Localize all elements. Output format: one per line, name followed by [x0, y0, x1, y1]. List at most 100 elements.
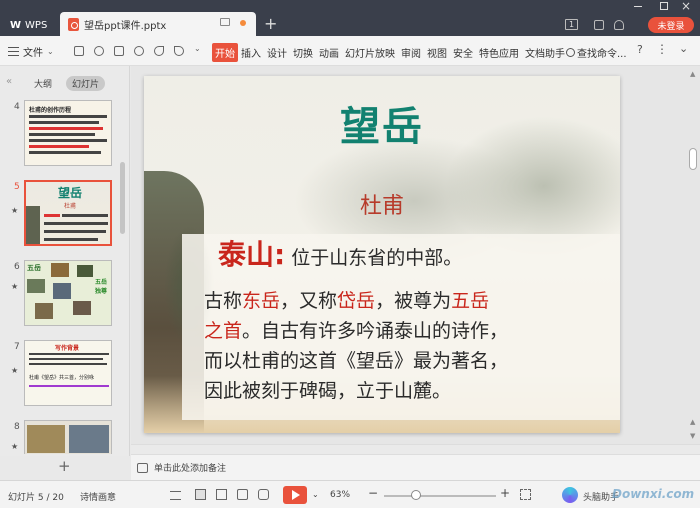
tab-home[interactable]: 开始 — [212, 43, 238, 62]
body-text-box[interactable]: 泰山: 位于山东省的中部。 古称东岳，又称岱岳，被尊为五岳 之首。自古有许多吟诵… — [182, 234, 620, 420]
tab-transition[interactable]: 切换 — [290, 43, 316, 62]
next-slide-icon[interactable]: ▼ — [690, 432, 695, 440]
maximize-icon[interactable] — [660, 2, 668, 10]
slide-number: 7 — [14, 342, 20, 352]
animation-star-icon: ★ — [11, 206, 19, 215]
previous-slide-icon[interactable]: ▲ — [690, 418, 695, 426]
share-icon[interactable] — [614, 20, 624, 30]
thumbnail-title: 五岳 — [27, 264, 41, 272]
line2-wuyue: 五岳 — [451, 290, 490, 312]
ribbon-tabs: 开始 插入 设计 切换 动画 幻灯片放映 审阅 视图 安全 特色应用 文档助手 — [212, 43, 568, 62]
wps-home-tab[interactable]: W WPS — [4, 14, 56, 36]
slide-number: 5 — [14, 182, 20, 192]
line2-a: 古称 — [204, 290, 243, 312]
search-icon — [566, 48, 575, 57]
zoom-in-button[interactable]: + — [500, 486, 510, 500]
thumbnail-image: 杜甫的创作历程 — [24, 100, 112, 166]
slide-sorter-icon[interactable] — [216, 489, 227, 500]
text-line-3: 之首。自古有许多吟诵泰山的诗作， — [204, 316, 508, 346]
fit-window-icon[interactable] — [520, 489, 531, 500]
thumbnail-image: 望岳 杜甫 — [24, 180, 112, 246]
document-tab[interactable]: 望岳ppt课件.pptx — [60, 12, 256, 36]
command-search[interactable]: 查找命令... — [566, 45, 627, 60]
tab-design[interactable]: 设计 — [264, 43, 290, 62]
slide-5[interactable]: 望岳 杜甫 泰山: 位于山东省的中部。 古称东岳，又称岱岳，被尊为五岳 之首。自… — [144, 76, 620, 433]
tab-featured[interactable]: 特色应用 — [476, 43, 522, 62]
thumbnail-title: 写作背景 — [55, 345, 80, 352]
text-line-5: 因此被刻于碑碣，立于山麓。 — [204, 380, 452, 402]
tab-slideshow[interactable]: 幻灯片放映 — [342, 43, 398, 62]
tab-review[interactable]: 审阅 — [398, 43, 424, 62]
tab-view[interactable]: 视图 — [424, 43, 450, 62]
notes-pane[interactable]: 单击此处添加备注 — [131, 454, 700, 480]
title-bar: W WPS 望岳ppt课件.pptx + 1 未登录 × — [0, 0, 700, 36]
screen-icon[interactable] — [220, 18, 230, 26]
thumbnail-image: 写作背景 杜甫《望岳》共三首，分别咏 — [24, 340, 112, 406]
print-preview-icon[interactable] — [134, 46, 144, 56]
notes-icon — [137, 462, 148, 473]
file-menu-label: 文件 — [23, 48, 43, 59]
tab-security[interactable]: 安全 — [450, 43, 476, 62]
horizontal-scrollbar[interactable] — [131, 444, 700, 454]
line2-c: ，又称 — [280, 290, 338, 312]
tab-outline[interactable]: 大纲 — [28, 76, 58, 91]
theme-name[interactable]: 诗情画意 — [80, 490, 116, 503]
tab-animation[interactable]: 动画 — [316, 43, 342, 62]
undo-icon[interactable] — [154, 46, 164, 56]
slide-author: 杜甫 — [359, 194, 404, 219]
thumbnail-title: 望岳 — [58, 186, 83, 200]
tab-slides[interactable]: 幻灯片 — [66, 76, 106, 91]
window-count-badge[interactable]: 1 — [565, 19, 578, 30]
animation-star-icon: ★ — [11, 442, 19, 451]
play-options-icon[interactable]: ⌄ — [312, 490, 319, 499]
line3-b: 。自古有许多吟诵泰山的诗作， — [242, 320, 509, 342]
file-menu-button[interactable]: 文件 ⌄ — [8, 44, 54, 59]
zoom-slider-handle[interactable] — [411, 490, 421, 500]
tab-insert[interactable]: 插入 — [238, 43, 264, 62]
collapse-panel-icon[interactable]: « — [6, 76, 12, 87]
zoom-out-button[interactable]: − — [368, 486, 378, 500]
assistant-icon[interactable] — [562, 487, 578, 503]
zoom-slider-track[interactable] — [384, 495, 496, 497]
presenter-view-icon[interactable] — [258, 489, 269, 500]
unsaved-dot-icon[interactable] — [240, 20, 246, 26]
line2-e: ，被尊为 — [375, 290, 452, 312]
presentation-file-icon — [68, 17, 79, 31]
close-icon[interactable]: × — [681, 0, 691, 13]
new-tab-button[interactable]: + — [264, 14, 277, 34]
tab-doc-assistant[interactable]: 文档助手 — [522, 43, 568, 62]
notes-toggle-icon[interactable] — [170, 491, 181, 500]
print-icon[interactable] — [114, 46, 124, 56]
help-icon[interactable]: ? — [637, 43, 643, 56]
save-icon[interactable] — [74, 46, 84, 56]
quick-access-more-icon[interactable]: ⌄ — [194, 44, 201, 53]
thumbnail-subtitle: 杜甫 — [64, 203, 77, 210]
canvas-scrollbar-thumb[interactable] — [689, 148, 697, 170]
line3-zhishou: 之首 — [204, 320, 243, 342]
collapse-ribbon-icon[interactable]: ⌄ — [679, 42, 688, 55]
redo-icon[interactable] — [174, 46, 184, 56]
export-pdf-icon[interactable] — [94, 46, 104, 56]
thumbnail-line: 杜甫《望岳》共三首，分别咏 — [29, 375, 95, 381]
login-button[interactable]: 未登录 — [648, 17, 694, 33]
animation-star-icon: ★ — [11, 282, 19, 291]
slide-title: 望岳 — [340, 104, 424, 150]
reading-view-icon[interactable] — [237, 489, 248, 500]
minimize-icon[interactable] — [634, 6, 642, 7]
skin-icon[interactable] — [594, 20, 604, 30]
thumbnail-side-label: 五岳独尊 — [95, 279, 108, 295]
zoom-level[interactable]: 63% — [330, 490, 350, 500]
thumbnail-title: 杜甫的创作历程 — [29, 107, 72, 114]
normal-view-icon[interactable] — [195, 489, 206, 500]
thumbnail-scrollbar[interactable] — [120, 162, 125, 234]
scroll-up-icon[interactable]: ▲ — [690, 70, 695, 78]
text-line-1: 泰山: 位于山东省的中部。 — [218, 240, 462, 273]
thumbnail-image — [24, 420, 112, 454]
chevron-down-icon: ⌄ — [47, 47, 54, 56]
more-options-icon[interactable]: ⋮ — [656, 42, 668, 56]
thumbnail-image: 五岳 五岳独尊 — [24, 260, 112, 326]
play-slideshow-button[interactable] — [283, 486, 307, 504]
document-title: 望岳ppt课件.pptx — [84, 20, 167, 32]
menu-bar: 文件 ⌄ ⌄ 开始 插入 设计 切换 动画 幻灯片放映 审阅 视图 安全 特色应… — [0, 36, 700, 66]
add-slide-button[interactable]: + — [58, 457, 71, 475]
